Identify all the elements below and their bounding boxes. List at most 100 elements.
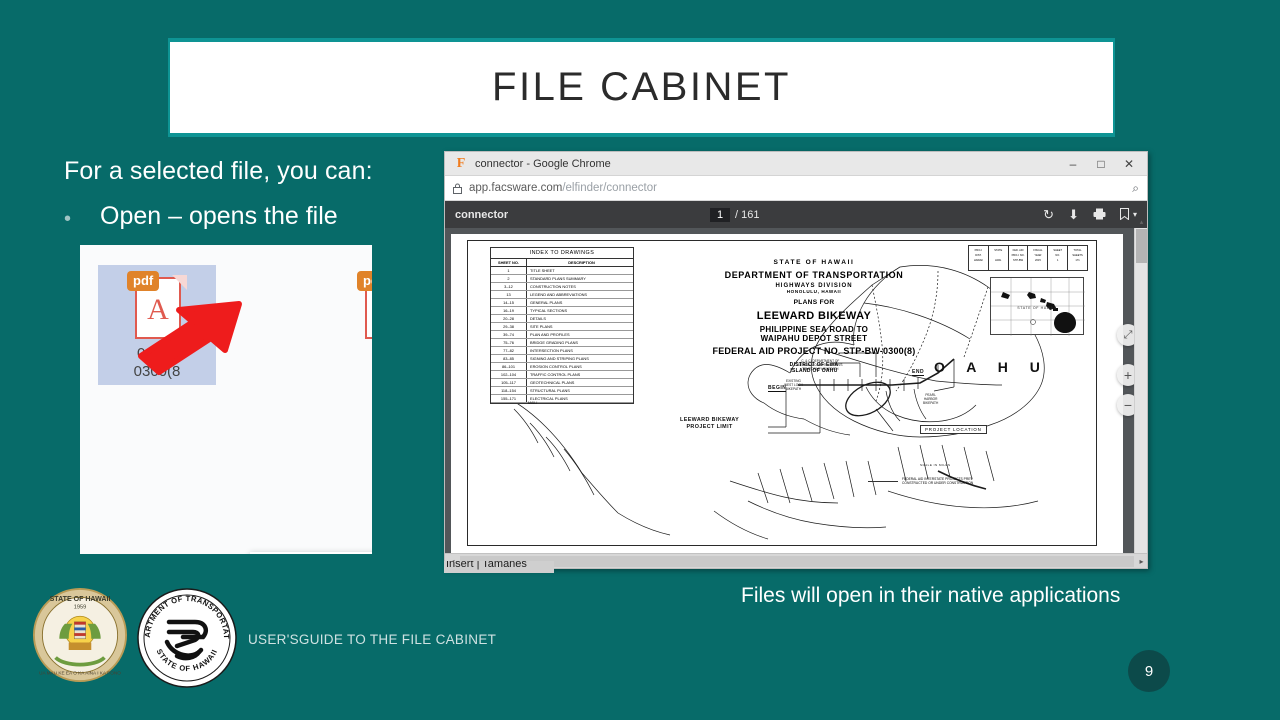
pdf-badge: pdf [127, 271, 159, 291]
index-description: GEOTECHNICAL PLANS [527, 379, 633, 386]
index-sheet-no: 83–85 [491, 355, 527, 362]
bullet-item: • Open – opens the file [64, 202, 338, 236]
pdf-vertical-scrollbar[interactable]: ▴ ▾ [1134, 228, 1147, 568]
index-table-body: 1TITLE SHEET2STANDARD PLANS SUMMARY3–12C… [491, 267, 633, 403]
title-block-limit-2: WAIPAHU DEPOT STREET [664, 334, 964, 343]
index-sheet-no: 105–117 [491, 379, 527, 386]
slide-canvas: FILE CABINET For a selected file, you ca… [0, 0, 1280, 720]
index-table-row: 3–12CONSTRUCTION NOTES [491, 283, 633, 291]
state-of-hawaii-seal-icon: STATE OF HAWAII 1959 UA MAU KE EA O KA A… [33, 588, 127, 682]
index-description: EROSION CONTROL PLANS [527, 363, 633, 370]
dot-hawaii-logo-icon: DEPARTMENT OF TRANSPORTATION STATE OF HA… [137, 588, 237, 688]
index-table-row: 86–101EROSION CONTROL PLANS [491, 363, 633, 371]
close-button[interactable]: ✕ [1115, 152, 1143, 176]
index-table-row: 102–104TRAFFIC CONTROL PLANS [491, 371, 633, 379]
index-to-drawings-table: INDEX TO DRAWINGS SHEET NO. DESCRIPTION … [490, 247, 634, 404]
title-block-grid: PROJ.DIST.HAWAII STATE HAW. FED. AIDPROJ… [968, 245, 1088, 271]
rotate-icon[interactable]: ↻ [1043, 208, 1054, 221]
title-block-federal-project: FEDERAL AID PROJECT NO. STP-BW-0300(8) [664, 346, 964, 356]
chrome-browser-window: F connector - Google Chrome – □ ✕ app.fa… [444, 151, 1148, 569]
file-manager-screenshot: A pdf 02A S0300(8 A pdf TI3) Open Downlo… [80, 245, 372, 554]
svg-text:STATE OF HAWAII: STATE OF HAWAII [50, 596, 111, 603]
bookmark-icon[interactable] [1120, 208, 1129, 222]
title-block-limit-1: PHILIPPINE SEA ROAD TO [664, 325, 964, 334]
vertical-scroll-thumb[interactable] [1136, 229, 1147, 263]
index-table-row: 2STANDARD PLANS SUMMARY [491, 275, 633, 283]
index-sheet-no: 118–154 [491, 387, 527, 394]
page-number-badge: 9 [1128, 650, 1170, 692]
context-menu[interactable]: Open Download Preview Delete Rename Get … [250, 552, 372, 554]
bullet-label: Open – opens the file [100, 202, 338, 231]
scroll-up-arrow[interactable]: ▴ [1135, 218, 1148, 226]
legend-line-sample [868, 481, 898, 482]
index-table-row: 29–38SITE PLANS [491, 323, 633, 331]
horizontal-scroll-thumb[interactable] [460, 556, 1134, 567]
page-title: FILE CABINET [492, 65, 791, 110]
project-location-label: PROJECT LOCATION [920, 425, 987, 434]
pdf-page-input[interactable]: 1 [710, 208, 730, 222]
search-icon[interactable]: ⌕ [1132, 181, 1139, 196]
index-table-header: SHEET NO. DESCRIPTION [491, 259, 633, 267]
title-block-city: HONOLULU, HAWAII [664, 289, 964, 294]
index-sheet-no: 20–28 [491, 315, 527, 322]
print-icon[interactable] [1093, 208, 1106, 222]
browser-title-bar: F connector - Google Chrome – □ ✕ [445, 152, 1147, 176]
pdf-badge: pdf [357, 271, 372, 291]
grid-cell: PROJ.DIST.HAWAII [969, 246, 989, 270]
file-tile[interactable]: A pdf TI3) [328, 265, 372, 385]
island-name-label: O A H U [934, 359, 1049, 375]
facsware-favicon-icon: F [453, 156, 469, 172]
pdf-total-pages: / 161 [735, 209, 759, 221]
index-table-row: 118–154STRUCTURAL PLANS [491, 387, 633, 395]
pdf-tool-group: ↻ ⬇ ▾ [1043, 208, 1137, 222]
minimize-button[interactable]: – [1059, 152, 1087, 176]
index-table-row: 39–74PLAN AND PROFILES [491, 331, 633, 339]
index-table-row: 77–82INTERSECTION PLANS [491, 347, 633, 355]
scroll-right-arrow[interactable]: ▸ [1134, 557, 1148, 566]
index-description: SITE PLANS [527, 323, 633, 330]
pdf-pager: 1 / 161 [710, 208, 759, 222]
hawaii-island-chain-inset: STATE OF HAWAII [990, 277, 1084, 335]
drawing-border: INDEX TO DRAWINGS SHEET NO. DESCRIPTION … [467, 240, 1097, 546]
index-description: LEGEND AND ABBREVIATIONS [527, 291, 633, 298]
index-table-row: 20–28DETAILS [491, 315, 633, 323]
index-sheet-no: 102–104 [491, 371, 527, 378]
drawing-legend: FEDERAL AID INTERSTATE PROJECTS PREV.CON… [868, 477, 973, 486]
title-block-state: STATE OF HAWAII [664, 259, 964, 266]
index-description: GENERAL PLANS [527, 299, 633, 306]
file-tile-label: TI3) [328, 345, 372, 381]
index-description: PLAN AND PROFILES [527, 331, 633, 338]
index-sheet-no: 14–15 [491, 299, 527, 306]
slide-title-box: FILE CABINET [168, 38, 1115, 137]
address-bar[interactable]: app.facsware.com/elfinder/connector ⌕ [445, 176, 1147, 201]
cc-temporary-bikepath-note: C. & C. DEPARTMENT OFDESIGN & CONSTRUCTI… [798, 359, 843, 372]
index-description: ELECTRICAL PLANS [527, 395, 633, 402]
browser-window-title: connector - Google Chrome [475, 158, 1059, 170]
existing-west-loch-note: EXISTINGWEST LOCHBIKEPATH [784, 379, 803, 392]
download-icon[interactable]: ⬇ [1068, 208, 1079, 221]
index-table-row: 1TITLE SHEET [491, 267, 633, 275]
project-limit-label: LEEWARD BIKEWAYPROJECT LIMIT [680, 417, 739, 431]
grid-cell: STATE HAW. [989, 246, 1009, 270]
index-description: TYPICAL SECTIONS [527, 307, 633, 314]
title-block-department: DEPARTMENT OF TRANSPORTATION [664, 270, 964, 280]
index-table-row: 83–85SIGNING AND STRIPING PLANS [491, 355, 633, 363]
index-description: SIGNING AND STRIPING PLANS [527, 355, 633, 362]
title-block-plans-for: PLANS FOR [664, 299, 964, 306]
index-table-row: 16–19TYPICAL SECTIONS [491, 307, 633, 315]
index-sheet-no: 2 [491, 275, 527, 282]
red-arrow-icon [133, 296, 243, 376]
index-sheet-no: 13 [491, 291, 527, 298]
pdf-toolbar: connector 1 / 161 ↻ ⬇ ▾ [445, 201, 1147, 228]
index-sheet-no: 39–74 [491, 331, 527, 338]
maximize-button[interactable]: □ [1087, 152, 1115, 176]
index-sheet-no: 75–76 [491, 339, 527, 346]
lock-icon [453, 183, 462, 194]
index-description: STANDARD PLANS SUMMARY [527, 275, 633, 282]
pdf-document-name: connector [455, 209, 710, 221]
index-description: TITLE SHEET [527, 267, 633, 274]
legend-label: FEDERAL AID INTERSTATE PROJECTS PREV.CON… [902, 477, 973, 486]
footer-label: USER'SGUIDE TO THE FILE CABINET [248, 632, 496, 647]
index-table-title: INDEX TO DRAWINGS [491, 248, 633, 259]
taskbar-item[interactable]: Insert | Tamanes [444, 561, 554, 573]
